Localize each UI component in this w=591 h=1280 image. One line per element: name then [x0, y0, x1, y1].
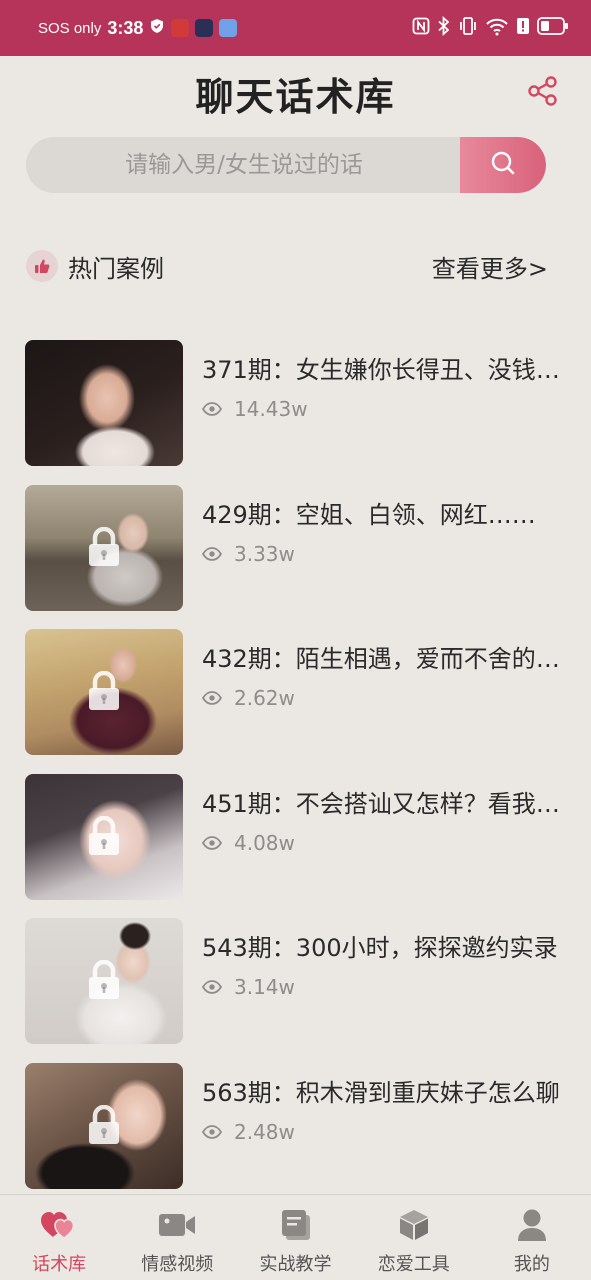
- app-icon: [219, 19, 238, 37]
- tab-label: 恋爱工具: [377, 1254, 450, 1275]
- shield-icon: [149, 18, 165, 38]
- list-item[interactable]: 371期：女生嫌你长得丑、没钱怎么办？ 14.43w: [25, 340, 565, 485]
- tab-label: 话术库: [32, 1254, 87, 1275]
- thumbnail-image: [25, 484, 183, 611]
- app-icon: [195, 19, 214, 37]
- view-count: 14.43w: [201, 397, 308, 421]
- header: 聊天话术库: [0, 56, 591, 128]
- tab-script-library[interactable]: 话术库: [0, 1195, 118, 1280]
- view-count-text: 3.14w: [234, 975, 295, 999]
- tab-mine[interactable]: 我的: [473, 1195, 591, 1280]
- search-input[interactable]: [26, 137, 462, 193]
- carrier-text: SOS only: [38, 19, 102, 37]
- app-icon: [171, 19, 190, 37]
- hearts-icon: [39, 1207, 79, 1243]
- eye-icon: [201, 975, 223, 999]
- search-button[interactable]: [460, 137, 546, 193]
- tab-practical-teaching[interactable]: 实战教学: [236, 1195, 354, 1280]
- bottom-tab-bar: 话术库 情感视频 实战教学 恋爱工具 我的: [0, 1194, 591, 1280]
- box-icon: [397, 1207, 431, 1243]
- lock-icon: [87, 526, 121, 571]
- view-count-text: 2.48w: [234, 1119, 295, 1144]
- share-icon[interactable]: [526, 74, 560, 108]
- case-title: 451期：不会搭讪又怎样？看我怎么做: [202, 789, 562, 818]
- case-list: 371期：女生嫌你长得丑、没钱怎么办？ 14.43w 429期：空姐、白领、网红…: [25, 340, 565, 1207]
- thumbnail-image: [25, 629, 183, 755]
- list-item[interactable]: 563期：积木滑到重庆妹子怎么聊 2.48w: [25, 1062, 565, 1208]
- lock-icon: [87, 1104, 121, 1149]
- eye-icon: [201, 397, 223, 421]
- case-title: 429期：空姐、白领、网红……: [202, 500, 536, 529]
- view-more-link[interactable]: 查看更多>: [432, 249, 548, 284]
- user-icon: [516, 1207, 548, 1243]
- list-item[interactable]: 429期：空姐、白领、网红…… 3.33w: [25, 484, 565, 630]
- view-count-text: 3.33w: [234, 541, 295, 566]
- eye-icon: [201, 686, 223, 710]
- tab-label: 情感视频: [141, 1254, 214, 1275]
- lock-icon: [87, 815, 121, 860]
- tab-emotion-video[interactable]: 情感视频: [118, 1195, 236, 1280]
- section-title: 热门案例: [68, 254, 164, 283]
- view-count-text: 14.43w: [234, 397, 308, 421]
- thumbnail-image: [25, 918, 183, 1044]
- tab-label: 实战教学: [259, 1254, 332, 1275]
- view-count: 3.14w: [201, 975, 295, 999]
- search-bar: [26, 137, 546, 193]
- wifi-icon: [485, 16, 509, 40]
- list-item[interactable]: 432期：陌生相遇，爱而不舍的故事 2.62w: [25, 629, 565, 774]
- case-title: 371期：女生嫌你长得丑、没钱怎么办？: [202, 356, 562, 384]
- video-camera-icon: [158, 1207, 196, 1243]
- tab-love-tools[interactable]: 恋爱工具: [355, 1195, 473, 1280]
- case-title: 563期：积木滑到重庆妹子怎么聊: [202, 1078, 560, 1107]
- view-count: 2.62w: [201, 686, 295, 710]
- clock: 3:38: [107, 17, 144, 38]
- view-count: 2.48w: [201, 1119, 295, 1144]
- thumbnail-image: [25, 340, 183, 466]
- thumbnail-image: [25, 1062, 183, 1189]
- lock-icon: [87, 670, 121, 715]
- list-item[interactable]: 451期：不会搭讪又怎样？看我怎么做 4.08w: [25, 773, 565, 919]
- tab-label: 我的: [513, 1254, 550, 1275]
- case-title: 432期：陌生相遇，爱而不舍的故事: [202, 645, 562, 673]
- search-icon: [489, 149, 517, 181]
- eye-icon: [201, 831, 223, 855]
- bluetooth-icon: [437, 15, 451, 40]
- lock-icon: [87, 959, 121, 1004]
- eye-icon: [201, 542, 223, 566]
- alert-icon: [516, 16, 530, 40]
- hot-cases-header: 热门案例 查看更多>: [26, 248, 548, 284]
- eye-icon: [201, 1120, 223, 1144]
- book-icon: [279, 1207, 313, 1243]
- case-title: 543期：300小时，探探邀约实录: [202, 934, 558, 962]
- view-count: 3.33w: [201, 541, 295, 566]
- thumbnail-image: [25, 773, 183, 900]
- vibrate-icon: [458, 16, 478, 40]
- battery-icon: [537, 17, 569, 39]
- page-title: 聊天话术库: [195, 75, 396, 119]
- view-count-text: 4.08w: [234, 830, 295, 855]
- status-bar: SOS only 3:38: [0, 0, 591, 56]
- list-item[interactable]: 543期：300小时，探探邀约实录 3.14w: [25, 918, 565, 1063]
- view-count: 4.08w: [201, 830, 295, 855]
- thumbs-up-icon: [26, 250, 58, 282]
- view-count-text: 2.62w: [234, 686, 295, 710]
- nfc-icon: [412, 17, 430, 39]
